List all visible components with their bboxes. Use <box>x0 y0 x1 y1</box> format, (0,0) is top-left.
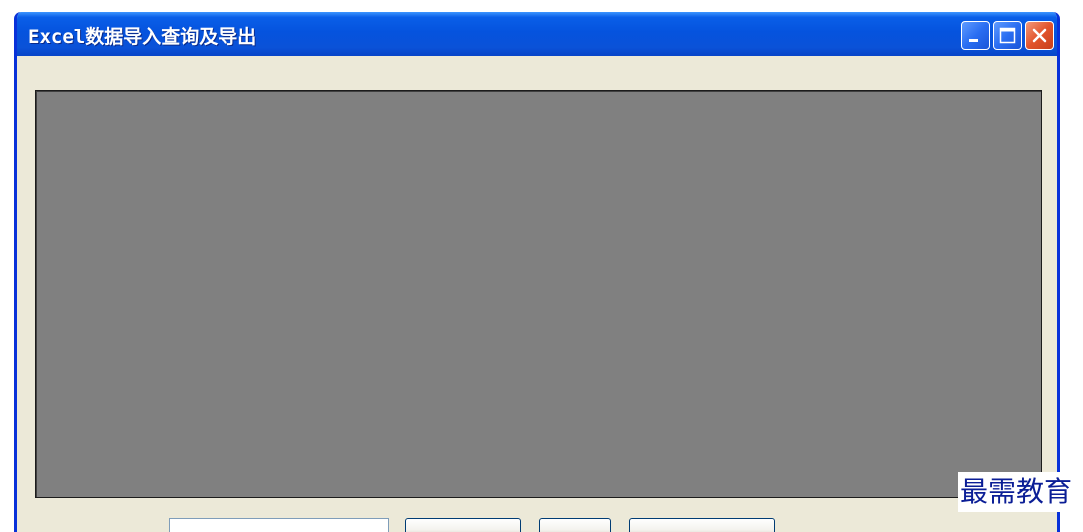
bottom-toolbar <box>17 518 1057 532</box>
window-title: Excel数据导入查询及导出 <box>28 26 257 48</box>
data-grid[interactable] <box>35 90 1042 498</box>
action-button-1[interactable] <box>405 518 521 532</box>
watermark-text: 最需教育 <box>958 472 1075 512</box>
app-window: Excel数据导入查询及导出 <box>14 12 1060 532</box>
action-button-2[interactable] <box>539 518 611 532</box>
maximize-button[interactable] <box>993 21 1022 50</box>
close-icon <box>1032 28 1047 43</box>
maximize-icon <box>999 27 1016 44</box>
title-bar[interactable]: Excel数据导入查询及导出 <box>17 12 1057 56</box>
query-input[interactable] <box>169 518 389 532</box>
action-button-3[interactable] <box>629 518 775 532</box>
window-controls <box>961 21 1054 50</box>
minimize-icon <box>969 39 978 42</box>
close-button[interactable] <box>1025 21 1054 50</box>
minimize-button[interactable] <box>961 21 990 50</box>
field-label <box>47 522 151 532</box>
